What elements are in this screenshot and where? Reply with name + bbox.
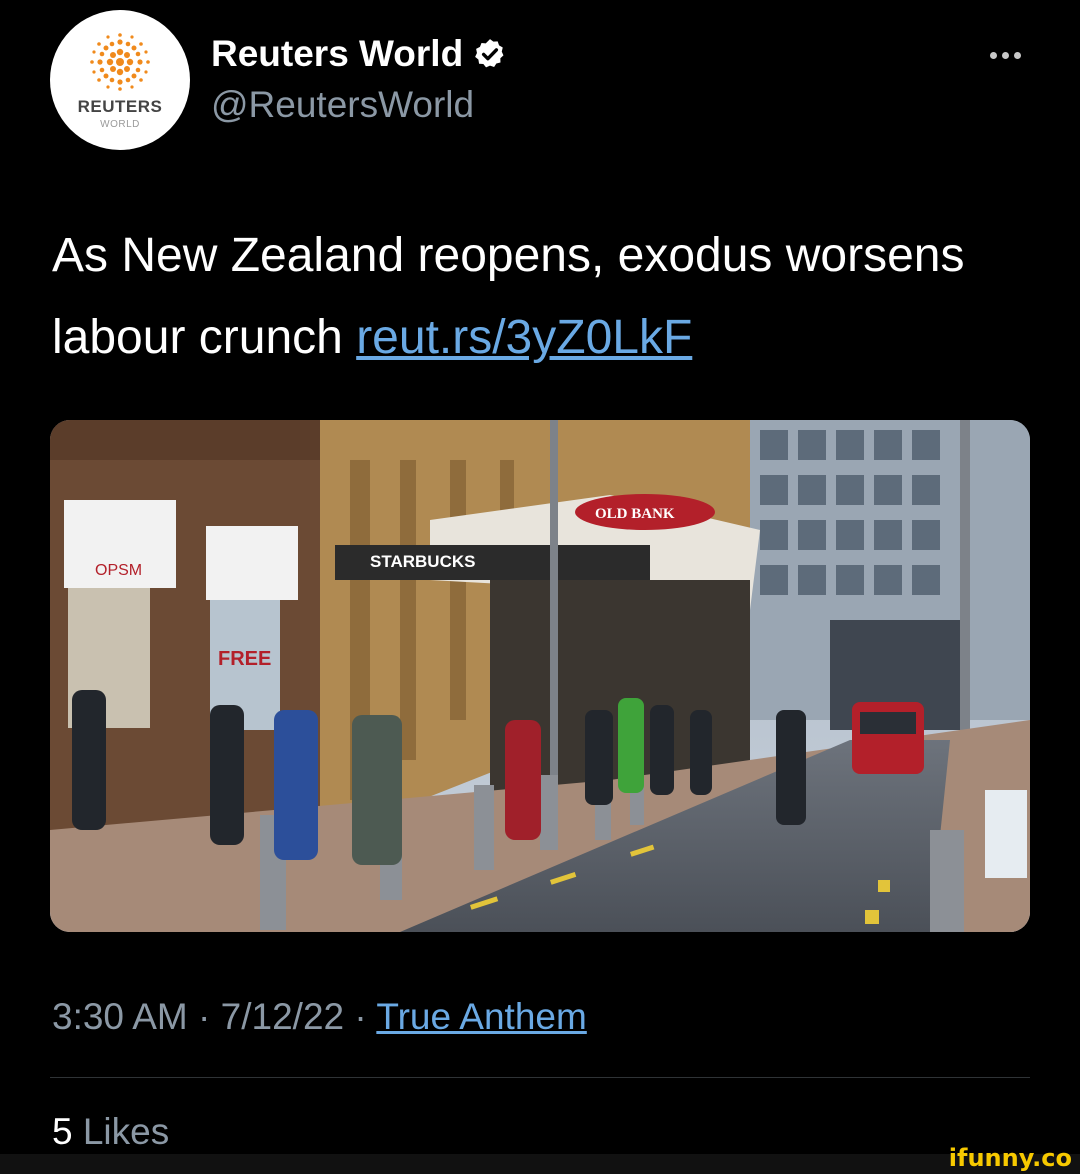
tweet-link[interactable]: reut.rs/3yZ0LkF [356,311,692,364]
likes-stat[interactable]: 5 Likes [52,1111,169,1153]
meta-separator: · [354,996,367,1037]
footer-bar [0,1154,1080,1174]
display-name[interactable]: Reuters World [211,33,507,75]
likes-label: Likes [82,1111,170,1152]
avatar-subtitle: WORLD [100,119,140,130]
avatar[interactable]: REUTERS WORLD [50,10,190,150]
account-handle[interactable]: @ReutersWorld [211,84,474,126]
tweet-meta: 3:30 AM · 7/12/22 · True Anthem [52,996,587,1038]
more-dot-icon [1013,51,1021,59]
divider [50,1077,1030,1078]
more-dot-icon [1001,51,1009,59]
arcade-sign: OLD BANK [595,506,675,522]
likes-count: 5 [52,1111,73,1152]
tweet-source-link[interactable]: True Anthem [376,996,586,1037]
display-name-text: Reuters World [211,33,464,74]
more-dot-icon [989,51,997,59]
poster-text: FREE [218,648,271,670]
verified-badge-icon [475,39,504,68]
more-options-button[interactable] [985,35,1025,75]
avatar-title: REUTERS [77,97,163,116]
meta-separator: · [198,996,211,1037]
tweet-text: As New Zealand reopens, exodus worsens l… [52,215,1042,379]
ifunny-watermark: ifunny.co [948,1144,1072,1172]
tweet-date[interactable]: 7/12/22 [221,996,344,1037]
tweet-photo[interactable]: OPSM FREE STARBUCKS OLD BANK [50,420,1030,932]
shop-sign: OPSM [95,562,142,579]
storefront-sign: STARBUCKS [370,552,475,571]
street-photo: OPSM FREE STARBUCKS OLD BANK [50,420,1030,932]
tweet-time[interactable]: 3:30 AM [52,996,188,1037]
